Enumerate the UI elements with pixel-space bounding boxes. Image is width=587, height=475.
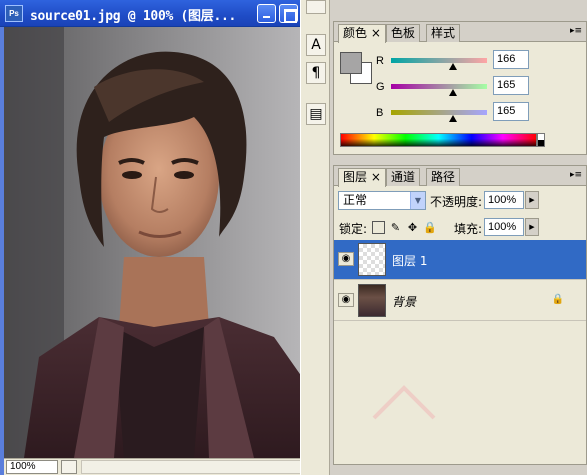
portrait-photo bbox=[4, 27, 309, 458]
channel-label-r: R bbox=[376, 55, 384, 67]
lock-brush-icon[interactable]: ✎ bbox=[389, 221, 402, 234]
document-title: source01.jpg @ 100% (图层... bbox=[30, 9, 237, 24]
blend-mode-value: 正常 bbox=[343, 193, 368, 207]
layer-row[interactable]: ◉ 背景 🔒 bbox=[334, 281, 586, 321]
opacity-label: 不透明度: bbox=[430, 195, 483, 209]
palette-icon[interactable] bbox=[306, 0, 326, 14]
panel-menu-icon[interactable]: ▸≡ bbox=[570, 170, 582, 180]
text-tool-icon[interactable]: A bbox=[306, 34, 326, 56]
value-r[interactable]: 166 bbox=[493, 50, 529, 69]
tool-options-strip: A ¶ ▤ bbox=[300, 0, 330, 475]
lock-label: 锁定: bbox=[339, 222, 368, 236]
fill-field[interactable]: 100% bbox=[484, 218, 524, 236]
notes-tool-icon[interactable]: ▤ bbox=[306, 103, 326, 125]
eye-icon[interactable]: ◉ bbox=[338, 252, 354, 266]
image-canvas[interactable] bbox=[4, 27, 309, 458]
document-title-bar[interactable]: Ps source01.jpg @ 100% (图层... bbox=[0, 0, 326, 27]
status-bar: 100% bbox=[4, 458, 326, 475]
color-panel: 颜色 × 色板 样式 ▸≡ R 166 G 165 B 165 bbox=[333, 21, 587, 155]
zoom-field[interactable]: 100% bbox=[6, 460, 58, 474]
slider-b[interactable] bbox=[391, 110, 487, 115]
foreground-color-swatch[interactable] bbox=[340, 52, 362, 74]
value-g[interactable]: 165 bbox=[493, 76, 529, 95]
tab-styles[interactable]: 样式 bbox=[426, 24, 461, 42]
channel-label-g: G bbox=[376, 81, 385, 93]
eye-icon[interactable]: ◉ bbox=[338, 293, 354, 307]
layer-name: 图层 1 bbox=[392, 254, 428, 268]
opacity-field[interactable]: 100% bbox=[484, 191, 524, 209]
fill-label: 填充: bbox=[454, 222, 483, 236]
layer-thumbnail bbox=[358, 243, 386, 276]
slider-g-thumb[interactable] bbox=[449, 89, 457, 96]
value-b[interactable]: 165 bbox=[493, 102, 529, 121]
lock-all-icon[interactable]: 🔒 bbox=[423, 221, 437, 234]
panel-menu-icon[interactable]: ▸≡ bbox=[570, 26, 582, 36]
lock-move-icon[interactable]: ✥ bbox=[406, 221, 419, 234]
black-white-swatch[interactable] bbox=[537, 133, 545, 147]
close-icon[interactable]: × bbox=[371, 170, 381, 184]
document-window: Ps source01.jpg @ 100% (图层... 100% bbox=[0, 0, 326, 475]
lock-icon: 🔒 bbox=[551, 294, 564, 305]
slider-b-thumb[interactable] bbox=[449, 115, 457, 122]
layers-panel-tabs: 图层 × 通道 路径 ▸≡ bbox=[334, 166, 586, 187]
fill-arrow-icon[interactable]: ▶ bbox=[525, 218, 539, 236]
slider-r-thumb[interactable] bbox=[449, 63, 457, 70]
opacity-arrow-icon[interactable]: ▶ bbox=[525, 191, 539, 209]
horizontal-scrollbar[interactable] bbox=[81, 460, 309, 474]
layer-name: 背景 bbox=[392, 295, 417, 309]
blend-mode-select[interactable]: 正常 ▼ bbox=[338, 191, 426, 210]
slider-g[interactable] bbox=[391, 84, 487, 89]
layer-row[interactable]: ◉ 图层 1 bbox=[334, 240, 586, 280]
tab-swatches[interactable]: 色板 bbox=[386, 24, 421, 42]
color-panel-tabs: 颜色 × 色板 样式 ▸≡ bbox=[334, 22, 586, 43]
tab-layers[interactable]: 图层 × bbox=[338, 168, 386, 187]
chevron-down-icon[interactable]: ▼ bbox=[410, 192, 425, 209]
color-spectrum[interactable] bbox=[340, 133, 537, 147]
status-menu-button[interactable] bbox=[61, 460, 77, 474]
layer-thumbnail bbox=[358, 284, 386, 317]
tab-channels[interactable]: 通道 bbox=[386, 168, 421, 186]
photoshop-doc-icon: Ps bbox=[5, 5, 23, 22]
minimize-button[interactable] bbox=[257, 4, 276, 23]
watermark-arrow-icon bbox=[372, 385, 436, 420]
tab-paths[interactable]: 路径 bbox=[426, 168, 461, 186]
tab-color[interactable]: 颜色 × bbox=[338, 24, 386, 43]
slider-r[interactable] bbox=[391, 58, 487, 63]
paragraph-tool-icon[interactable]: ¶ bbox=[306, 62, 326, 84]
lock-transparent-icon[interactable] bbox=[372, 221, 385, 234]
maximize-button[interactable] bbox=[279, 4, 298, 23]
close-icon[interactable]: × bbox=[371, 26, 381, 40]
channel-label-b: B bbox=[376, 107, 384, 119]
